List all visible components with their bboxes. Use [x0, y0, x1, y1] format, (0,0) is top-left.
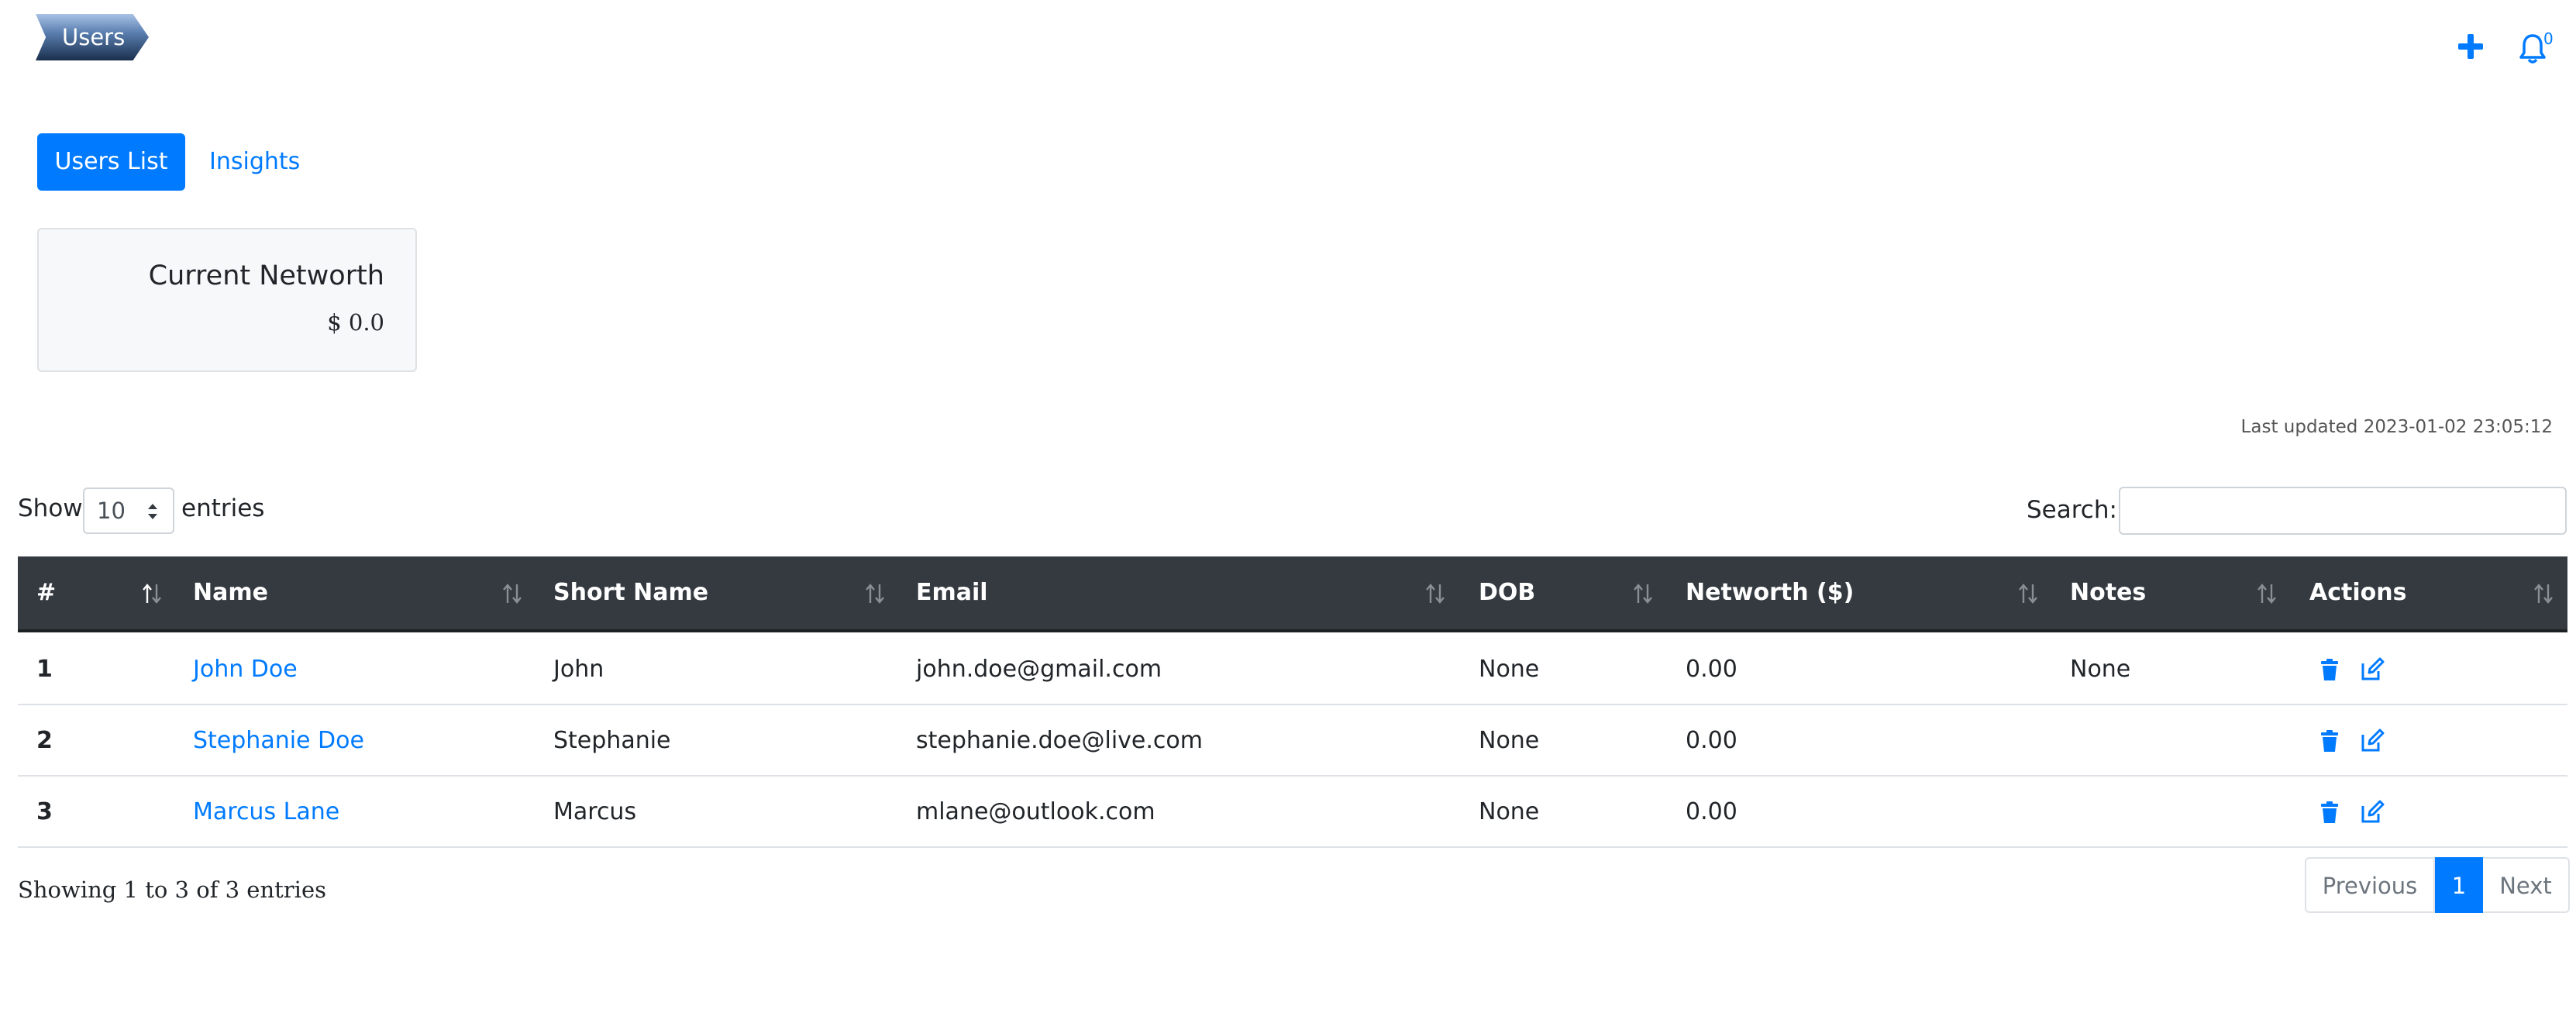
header-col-email[interactable]: Email [916, 556, 988, 629]
notification-count: 0 [2543, 29, 2554, 48]
cell-networth: 0.00 [1686, 798, 1737, 825]
page-length-value: 10 [97, 498, 126, 524]
table-row: 2 Stephanie Doe Stephanie stephanie.doe@liv… [18, 705, 2567, 777]
header-col-networth[interactable]: Networth ($) [1686, 556, 1854, 629]
cell-short-name: Stephanie [553, 727, 671, 754]
sort-icon[interactable] [864, 581, 886, 606]
user-name-link[interactable]: Stephanie Doe [193, 705, 364, 777]
pagination: Previous 1 Next [2305, 857, 2570, 913]
cell-networth: 0.00 [1686, 656, 1737, 683]
user-name-link[interactable]: John Doe [193, 634, 298, 705]
edit-icon[interactable] [2360, 800, 2385, 825]
networth-title: Current Networth [148, 260, 384, 291]
header-col-actions[interactable]: Actions [2309, 556, 2406, 629]
table-header: # Name Short Name Email DOB Networth ($) Notes… [18, 556, 2567, 632]
cell-num: 2 [36, 727, 53, 754]
page-length-select[interactable]: 10 [83, 487, 174, 534]
next-page-button[interactable]: Next [2483, 857, 2570, 913]
show-label: Show [18, 494, 83, 522]
header-col-notes[interactable]: Notes [2070, 556, 2146, 629]
cell-email: john.doe@gmail.com [916, 656, 1162, 683]
sort-icon[interactable] [2533, 581, 2554, 606]
header-col-short-name[interactable]: Short Name [553, 556, 708, 629]
header-col-num[interactable]: # [36, 556, 56, 629]
header-col-dob[interactable]: DOB [1479, 556, 1535, 629]
delete-icon[interactable] [2317, 657, 2342, 682]
cell-dob: None [1479, 727, 1540, 754]
sort-icon[interactable] [501, 581, 523, 606]
networth-value: $ 0.0 [327, 309, 384, 336]
breadcrumb-users[interactable]: Users [36, 14, 149, 60]
cell-num: 1 [36, 656, 53, 683]
sort-icon[interactable] [1424, 581, 1446, 606]
search-input[interactable] [2119, 487, 2567, 535]
user-name-link[interactable]: Marcus Lane [193, 777, 339, 848]
plus-icon [2458, 34, 2483, 59]
cell-email: stephanie.doe@live.com [916, 727, 1203, 754]
add-user-button[interactable] [2455, 31, 2486, 62]
sort-icon[interactable] [141, 581, 163, 606]
cell-email: mlane@outlook.com [916, 798, 1155, 825]
sort-icon[interactable] [2256, 581, 2278, 606]
tab-users-list[interactable]: Users List [37, 133, 185, 191]
cell-networth: 0.00 [1686, 727, 1737, 754]
page-1-button[interactable]: 1 [2435, 857, 2483, 913]
entries-label: entries [181, 494, 265, 522]
table-info: Showing 1 to 3 of 3 entries [18, 877, 326, 903]
table-row: 1 John Doe John john.doe@gmail.com None 0.00 N… [18, 634, 2567, 705]
cell-notes: None [2070, 656, 2131, 683]
delete-icon[interactable] [2317, 800, 2342, 825]
cell-short-name: John [553, 656, 604, 683]
networth-card: Current Networth $ 0.0 [37, 228, 417, 372]
select-arrows-icon [148, 504, 157, 519]
cell-num: 3 [36, 798, 53, 825]
sort-icon[interactable] [1632, 581, 1654, 606]
delete-icon[interactable] [2317, 729, 2342, 753]
previous-page-button[interactable]: Previous [2305, 857, 2435, 913]
tab-insights[interactable]: Insights [209, 133, 300, 191]
search-label: Search: [2027, 496, 2117, 524]
cell-short-name: Marcus [553, 798, 637, 825]
table-row: 3 Marcus Lane Marcus mlane@outlook.com None 0… [18, 777, 2567, 848]
bell-icon [2519, 34, 2546, 64]
notifications-button[interactable]: 0 [2519, 29, 2557, 65]
cell-dob: None [1479, 798, 1540, 825]
cell-dob: None [1479, 656, 1540, 683]
sort-icon[interactable] [2017, 581, 2039, 606]
edit-icon[interactable] [2360, 657, 2385, 682]
edit-icon[interactable] [2360, 729, 2385, 753]
header-col-name[interactable]: Name [193, 556, 268, 629]
last-updated-text: Last updated 2023-01-02 23:05:12 [2240, 417, 2553, 437]
